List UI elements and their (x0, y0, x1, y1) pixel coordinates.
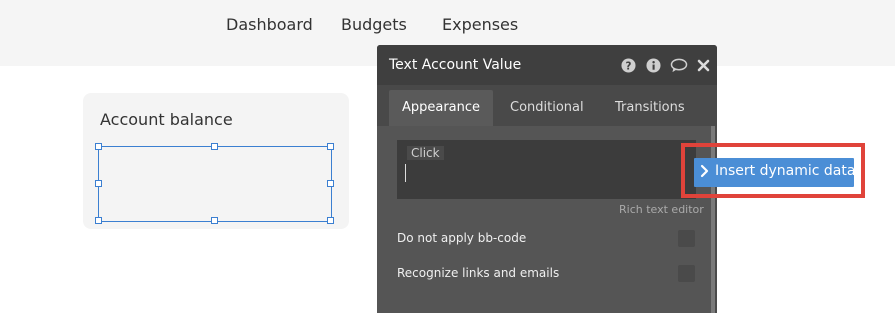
card-title: Account balance (100, 110, 233, 129)
tab-transitions[interactable]: Transitions (615, 90, 685, 126)
recognize-links-label: Recognize links and emails (397, 266, 560, 280)
resize-handle[interactable] (211, 217, 218, 224)
nav-link-expenses[interactable]: Expenses (442, 15, 518, 34)
panel-tabs: Appearance Conditional Transitions (377, 85, 717, 126)
nav-link-dashboard[interactable]: Dashboard (226, 15, 313, 34)
resize-handle[interactable] (327, 217, 334, 224)
svg-text:?: ? (626, 60, 632, 72)
bb-code-label: Do not apply bb-code (397, 231, 527, 245)
close-icon[interactable] (697, 58, 710, 73)
text-caret (405, 164, 406, 182)
editor-placeholder-chip: Click (407, 146, 444, 160)
resize-handle[interactable] (211, 143, 218, 150)
rich-text-editor-link[interactable]: Rich text editor (619, 203, 704, 216)
nav-link-budgets[interactable]: Budgets (341, 15, 407, 34)
info-icon[interactable] (646, 58, 661, 73)
resize-handle[interactable] (95, 180, 102, 187)
account-balance-card: Account balance (83, 93, 349, 229)
bb-code-checkbox[interactable] (678, 230, 695, 247)
insert-dynamic-data-button[interactable]: Insert dynamic data (694, 158, 856, 187)
tab-conditional[interactable]: Conditional (510, 90, 584, 126)
comment-icon[interactable] (670, 58, 688, 73)
tab-appearance[interactable]: Appearance (389, 90, 493, 126)
panel-header: Text Account Value ? (377, 45, 717, 85)
recognize-links-checkbox[interactable] (678, 265, 695, 282)
question-icon[interactable]: ? (621, 58, 636, 73)
resize-handle[interactable] (95, 143, 102, 150)
chevron-right-icon (700, 164, 709, 178)
insert-dynamic-data-label: Insert dynamic data (715, 163, 856, 179)
selected-text-element[interactable] (95, 143, 334, 224)
resize-handle[interactable] (327, 143, 334, 150)
resize-handle[interactable] (95, 217, 102, 224)
panel-title: Text Account Value (389, 57, 522, 73)
resize-handle[interactable] (327, 180, 334, 187)
text-editor-field[interactable]: Click (397, 140, 696, 199)
property-editor-panel: Text Account Value ? Appearance Conditio… (377, 45, 717, 313)
